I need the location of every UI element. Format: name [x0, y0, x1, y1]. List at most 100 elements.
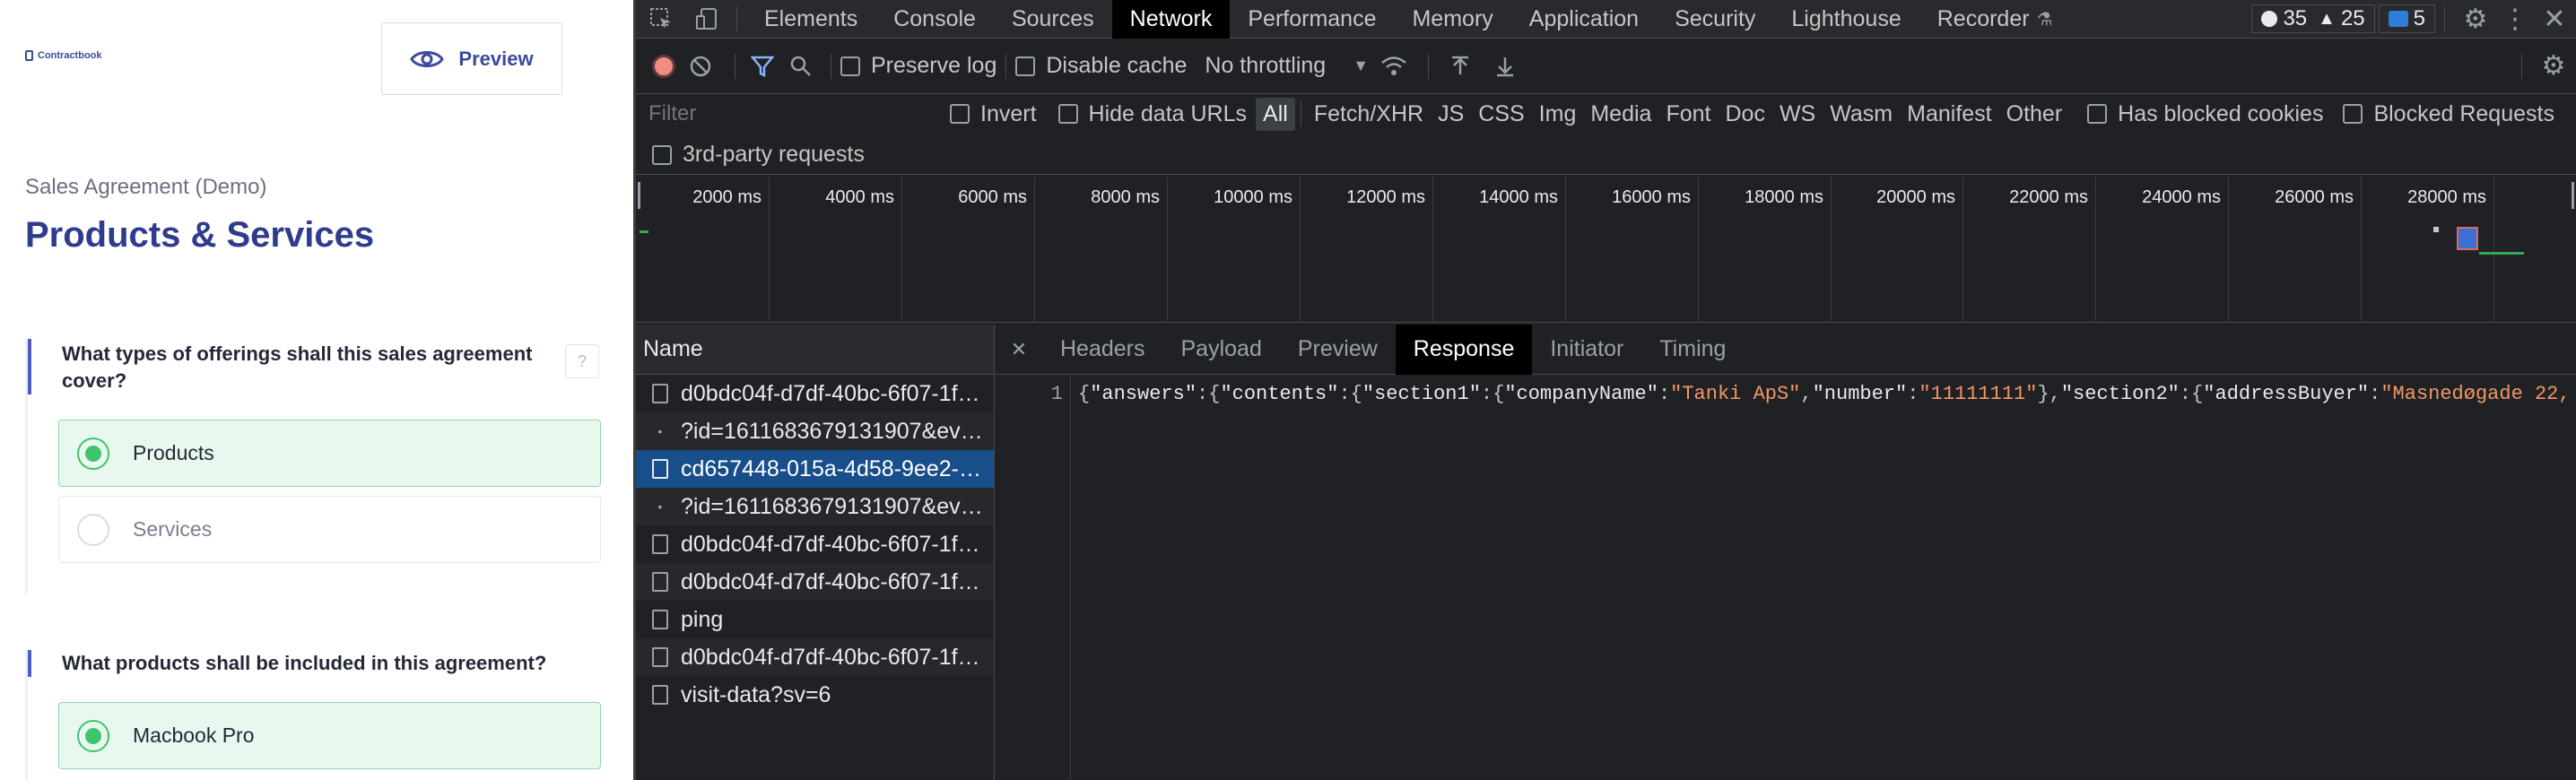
tab-application[interactable]: Application: [1511, 0, 1657, 39]
question-block-products: What products shall be included in this …: [25, 650, 603, 780]
network-settings-gear-icon[interactable]: ⚙: [2531, 50, 2576, 82]
third-party-label: 3rd-party requests: [683, 142, 865, 167]
device-toolbar-icon[interactable]: [686, 7, 727, 30]
request-name: ping: [681, 606, 724, 632]
request-row[interactable]: d0bdc04f-d7df-40bc-6f07-1f…: [636, 563, 994, 601]
request-row[interactable]: d0bdc04f-d7df-40bc-6f07-1f…: [636, 525, 994, 563]
timeline-gridline: [1565, 177, 1566, 323]
request-row-selected[interactable]: cd657448-015a-4d58-9ee2-…: [636, 450, 994, 488]
filter-input[interactable]: [641, 100, 937, 128]
tab-preview[interactable]: Preview: [1280, 325, 1396, 375]
response-body[interactable]: {"answers":{"contents":{"section1":{"com…: [1078, 383, 2571, 405]
tab-lighthouse[interactable]: Lighthouse: [1773, 0, 1919, 39]
tab-response[interactable]: Response: [1395, 324, 1533, 375]
overview-right-handle[interactable]: [2572, 182, 2574, 209]
filter-type-wasm[interactable]: Wasm: [1823, 98, 1900, 131]
contractbook-logo[interactable]: Contractbook: [25, 50, 102, 61]
filter-type-ws[interactable]: WS: [1772, 98, 1823, 131]
message-counter[interactable]: 5: [2378, 4, 2435, 33]
contract-app-pane: Contractbook Preview Sales Agreement (De…: [0, 0, 633, 780]
request-name: d0bdc04f-d7df-40bc-6f07-1f…: [681, 568, 980, 594]
blocked-requests-label: Blocked Requests: [2373, 100, 2554, 126]
json-key: "section1": [1362, 383, 1481, 405]
tab-console[interactable]: Console: [875, 0, 994, 39]
hide-data-urls-checkbox[interactable]: [1057, 104, 1078, 124]
tab-memory[interactable]: Memory: [1394, 0, 1510, 39]
tab-initiator[interactable]: Initiator: [1532, 325, 1641, 375]
filter-type-fetch-xhr[interactable]: Fetch/XHR: [1307, 98, 1431, 131]
close-devtools-icon[interactable]: ✕: [2533, 4, 2576, 35]
request-row[interactable]: d0bdc04f-d7df-40bc-6f07-1f…: [636, 375, 994, 412]
option-label: Macbook Pro: [133, 724, 255, 747]
close-details-icon[interactable]: ✕: [996, 338, 1042, 361]
export-har-icon[interactable]: [1483, 55, 1527, 78]
more-options-icon[interactable]: ⋮: [2497, 4, 2533, 35]
request-name: cd657448-015a-4d58-9ee2-…: [681, 455, 981, 481]
clear-icon[interactable]: [675, 55, 726, 78]
name-column-header[interactable]: Name: [636, 325, 994, 375]
blocked-requests-checkbox[interactable]: [2343, 104, 2363, 124]
record-icon[interactable]: [652, 54, 675, 78]
divider: [1428, 53, 1430, 79]
radio-unchecked-icon: [77, 513, 109, 546]
import-har-icon[interactable]: [1438, 55, 1483, 78]
filter-type-manifest[interactable]: Manifest: [1900, 98, 1998, 131]
network-overview-timeline[interactable]: 2000 ms 4000 ms 6000 ms 8000 ms 10000 ms 1200…: [636, 177, 2576, 323]
disable-cache-checkbox[interactable]: [1015, 56, 1036, 76]
option-services[interactable]: Services: [58, 496, 601, 563]
tab-payload[interactable]: Payload: [1163, 325, 1280, 375]
timeline-gridline: [1698, 177, 1699, 323]
filter-type-doc[interactable]: Doc: [1718, 98, 1771, 131]
invert-checkbox[interactable]: [950, 104, 970, 124]
filter-type-other[interactable]: Other: [1999, 98, 2070, 131]
request-row[interactable]: d0bdc04f-d7df-40bc-6f07-1f…: [636, 638, 994, 676]
preserve-log-checkbox[interactable]: [840, 56, 860, 76]
timeline-tick-label: 24000 ms: [2142, 187, 2221, 207]
option-products[interactable]: Products: [58, 420, 601, 487]
tab-sources[interactable]: Sources: [994, 0, 1112, 39]
network-toolbar: Preserve log Disable cache No throttling…: [636, 39, 2576, 94]
tab-network[interactable]: Network: [1111, 0, 1231, 39]
logo-mark-icon: [25, 50, 33, 61]
preview-button[interactable]: Preview: [381, 22, 562, 95]
request-name: visit-data?sv=6: [681, 681, 831, 707]
json-key: "companyName": [1504, 383, 1658, 405]
issue-counters[interactable]: 35 ▲ 25: [2251, 4, 2375, 33]
filter-type-media[interactable]: Media: [1583, 98, 1658, 131]
flask-icon: ⚗: [2036, 9, 2053, 30]
filter-icon[interactable]: [744, 55, 780, 78]
question-text: What products shall be included in this …: [62, 652, 547, 674]
request-row[interactable]: • ?id=1611683679131907&ev…: [636, 412, 994, 450]
tab-timing[interactable]: Timing: [1641, 325, 1744, 375]
settings-gear-icon[interactable]: ⚙: [2454, 4, 2497, 35]
tab-security[interactable]: Security: [1657, 0, 1773, 39]
timeline-tick-label: 6000 ms: [958, 187, 1027, 207]
json-punctuation: :{: [2179, 383, 2204, 405]
third-party-checkbox[interactable]: [652, 144, 672, 165]
has-blocked-cookies-checkbox[interactable]: [2087, 104, 2108, 124]
inspect-element-icon[interactable]: [636, 7, 686, 30]
warning-icon: ▲: [2318, 8, 2336, 29]
filter-type-js[interactable]: JS: [1431, 98, 1471, 131]
tab-headers[interactable]: Headers: [1042, 325, 1163, 375]
request-row[interactable]: ping: [636, 601, 994, 638]
tab-elements[interactable]: Elements: [746, 0, 875, 39]
filter-type-img[interactable]: Img: [1532, 98, 1584, 131]
filter-type-font[interactable]: Font: [1658, 98, 1718, 131]
option-macbook-pro[interactable]: Macbook Pro: [58, 702, 601, 769]
timeline-gridline: [769, 177, 770, 323]
search-icon[interactable]: [780, 55, 822, 78]
tab-performance[interactable]: Performance: [1230, 0, 1394, 39]
throttling-select[interactable]: No throttling ▼: [1205, 53, 1369, 79]
request-row[interactable]: • ?id=1611683679131907&ev…: [636, 488, 994, 525]
filter-type-all[interactable]: All: [1256, 97, 1295, 131]
request-row[interactable]: visit-data?sv=6: [636, 676, 994, 714]
tab-recorder[interactable]: Recorder ⚗: [1919, 0, 2071, 39]
help-button[interactable]: ?: [565, 344, 599, 378]
filter-type-css[interactable]: CSS: [1471, 98, 1531, 131]
devtools-panel: Elements Console Sources Network Perform…: [633, 0, 2576, 780]
network-conditions-icon[interactable]: [1369, 55, 1419, 78]
overview-request-bar: [2457, 227, 2478, 250]
overview-left-handle[interactable]: [638, 182, 640, 209]
line-number: 1: [1050, 383, 1063, 405]
